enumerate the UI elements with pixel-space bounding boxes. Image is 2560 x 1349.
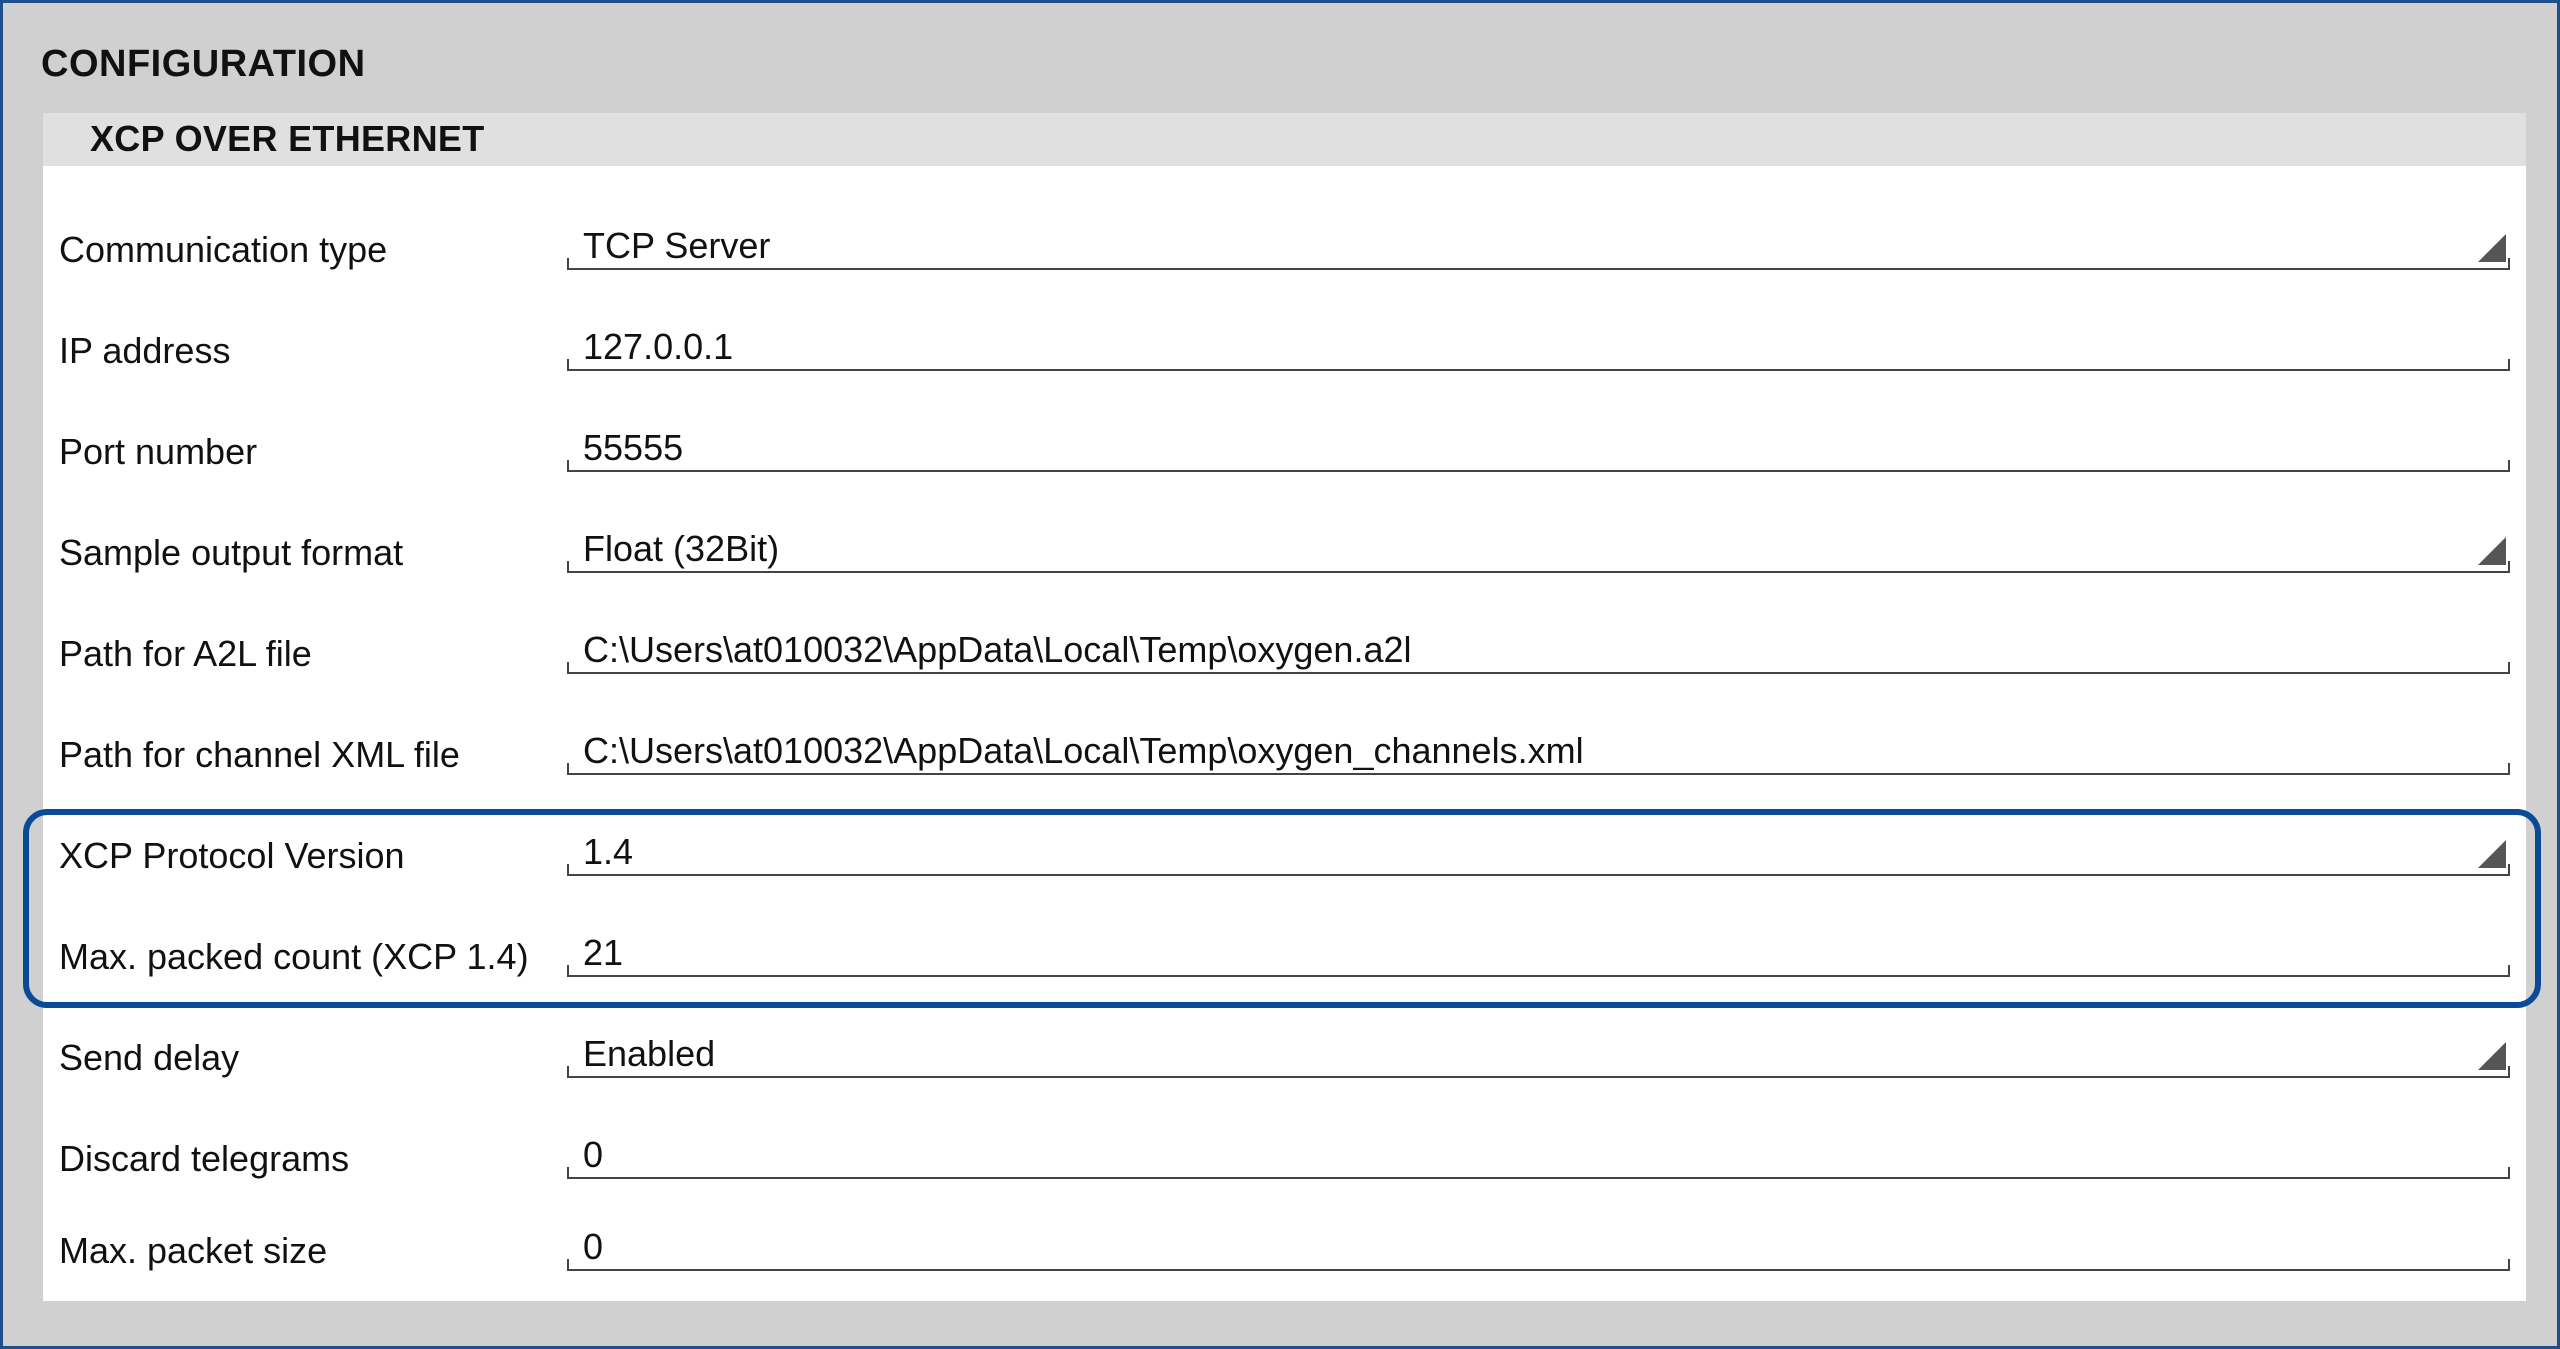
max-packed-count-input[interactable]: 21 bbox=[567, 924, 2510, 977]
a2l-path-value: C:\Users\at010032\AppData\Local\Temp\oxy… bbox=[583, 629, 1412, 670]
communication-type-dropdown[interactable]: TCP Server bbox=[567, 217, 2510, 270]
ip-address-value: 127.0.0.1 bbox=[583, 326, 734, 367]
row-send-delay: Send delay Enabled bbox=[43, 1007, 2526, 1108]
send-delay-value: Enabled bbox=[583, 1033, 716, 1074]
row-sample-output-format: Sample output format Float (32Bit) bbox=[43, 502, 2526, 603]
row-max-packet-size: Max. packet size 0 bbox=[43, 1200, 2526, 1301]
dropdown-arrow-icon[interactable] bbox=[2478, 537, 2506, 565]
port-number-input[interactable]: 55555 bbox=[567, 419, 2510, 472]
section-title: CONFIGURATION bbox=[41, 43, 366, 85]
discard-telegrams-input[interactable]: 0 bbox=[567, 1126, 2510, 1179]
channel-xml-path-input[interactable]: C:\Users\at010032\AppData\Local\Temp\oxy… bbox=[567, 722, 2510, 775]
max-packed-count-label: Max. packed count (XCP 1.4) bbox=[59, 936, 529, 977]
row-xcp-protocol-version: XCP Protocol Version 1.4 bbox=[43, 805, 2526, 906]
row-port-number: Port number 55555 bbox=[43, 401, 2526, 502]
row-communication-type: Communication type TCP Server bbox=[43, 199, 2526, 300]
max-packet-size-value: 0 bbox=[583, 1226, 604, 1267]
xcp-ethernet-panel: XCP OVER ETHERNET Communication type TCP… bbox=[43, 113, 2526, 1301]
sample-output-format-value: Float (32Bit) bbox=[583, 528, 780, 569]
row-channel-xml-path: Path for channel XML file C:\Users\at010… bbox=[43, 704, 2526, 805]
channel-xml-path-value: C:\Users\at010032\AppData\Local\Temp\oxy… bbox=[583, 730, 1584, 771]
row-a2l-path: Path for A2L file C:\Users\at010032\AppD… bbox=[43, 603, 2526, 704]
panel-header: XCP OVER ETHERNET bbox=[43, 113, 2526, 166]
send-delay-label: Send delay bbox=[59, 1037, 240, 1078]
port-number-label: Port number bbox=[59, 431, 258, 472]
communication-type-label: Communication type bbox=[59, 229, 388, 270]
port-number-value: 55555 bbox=[583, 427, 684, 468]
xcp-protocol-version-value: 1.4 bbox=[583, 831, 634, 872]
dropdown-arrow-icon[interactable] bbox=[2478, 1042, 2506, 1070]
dropdown-arrow-icon[interactable] bbox=[2478, 840, 2506, 868]
max-packet-size-input[interactable]: 0 bbox=[567, 1218, 2510, 1271]
row-ip-address: IP address 127.0.0.1 bbox=[43, 300, 2526, 401]
communication-type-value: TCP Server bbox=[583, 225, 771, 266]
xcp-protocol-version-dropdown[interactable]: 1.4 bbox=[567, 823, 2510, 876]
channel-xml-path-label: Path for channel XML file bbox=[59, 734, 460, 775]
discard-telegrams-value: 0 bbox=[583, 1134, 604, 1175]
ip-address-input[interactable]: 127.0.0.1 bbox=[567, 318, 2510, 371]
dropdown-arrow-icon[interactable] bbox=[2478, 234, 2506, 262]
sample-output-format-label: Sample output format bbox=[59, 532, 404, 573]
ip-address-label: IP address bbox=[59, 330, 231, 371]
max-packet-size-label: Max. packet size bbox=[59, 1230, 328, 1271]
max-packed-count-value: 21 bbox=[583, 932, 624, 973]
row-max-packed-count: Max. packed count (XCP 1.4) 21 bbox=[43, 906, 2526, 1007]
a2l-path-label: Path for A2L file bbox=[59, 633, 312, 674]
xcp-protocol-version-label: XCP Protocol Version bbox=[59, 835, 405, 876]
send-delay-dropdown[interactable]: Enabled bbox=[567, 1025, 2510, 1078]
panel-title: XCP OVER ETHERNET bbox=[90, 118, 485, 159]
configuration-window: CONFIGURATION XCP OVER ETHERNET Communic… bbox=[0, 0, 2560, 1349]
discard-telegrams-label: Discard telegrams bbox=[59, 1138, 350, 1179]
row-discard-telegrams: Discard telegrams 0 bbox=[43, 1108, 2526, 1209]
sample-output-format-dropdown[interactable]: Float (32Bit) bbox=[567, 520, 2510, 573]
a2l-path-input[interactable]: C:\Users\at010032\AppData\Local\Temp\oxy… bbox=[567, 621, 2510, 674]
